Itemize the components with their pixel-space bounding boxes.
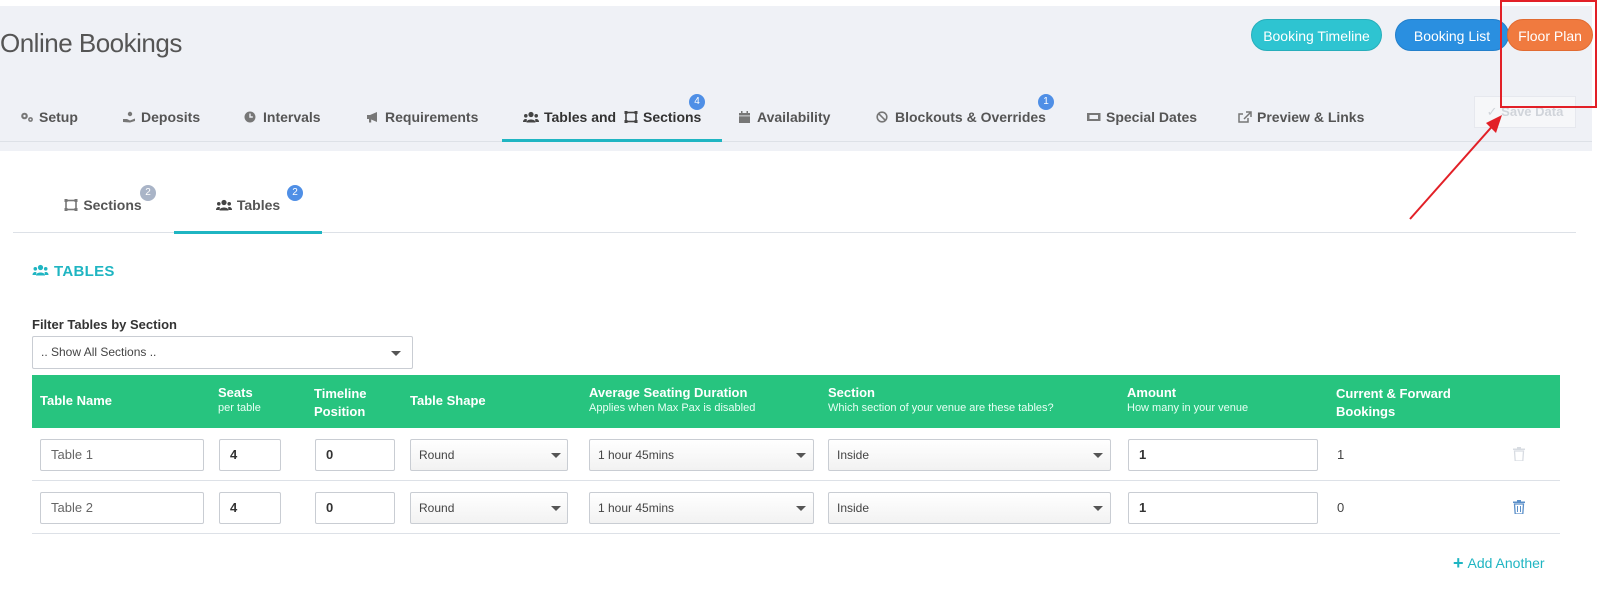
booking-list-button[interactable]: Booking List [1395,19,1509,51]
booking-timeline-button[interactable]: Booking Timeline [1251,19,1382,51]
tab-intervals-label: Intervals [263,109,321,125]
table-shape-select[interactable]: Round [410,492,568,524]
subtab-sections-badge: 2 [140,185,156,201]
timeline-position-input[interactable]: 0 [315,439,395,471]
duration-select[interactable]: 1 hour 45mins [589,439,814,471]
section-select[interactable]: Inside [828,439,1111,471]
tab-blockouts-label: Blockouts & Overrides [895,109,1046,125]
users-icon [215,199,232,211]
main-nav: Setup Deposits Intervals Requirements Ta… [0,94,1592,142]
amount-input[interactable]: 1 [1128,492,1318,524]
table-row: Table 2 4 0 Round 1 hour 45mins Inside 1… [32,481,1560,534]
chevron-down-icon [391,351,401,356]
section-filter-value: .. Show All Sections .. [41,345,157,359]
header-section-sub: Which section of your venue are these ta… [828,402,1054,414]
subtab-sections-label: Sections [83,197,142,213]
section-value: Inside [837,501,870,515]
tab-requirements-label: Requirements [385,109,479,125]
add-another-label: Add Another [1467,555,1545,571]
tab-availability[interactable]: Availability [738,96,830,142]
section-select[interactable]: Inside [828,492,1111,524]
annotation-highlight-box [1500,0,1597,108]
users-icon [32,264,49,276]
header-table-name-title: Table Name [40,393,113,408]
header-duration-title: Average Seating Duration [589,385,748,400]
header-amount-title: Amount [1127,385,1177,400]
tab-special-dates[interactable]: Special Dates [1086,96,1197,142]
table-name-input[interactable]: Table 2 [40,492,204,524]
tab-tables-and-sections[interactable]: Tables and Sections 4 [501,94,723,142]
seats-input[interactable]: 4 [219,492,281,524]
tab-tables-badge: 4 [689,94,705,110]
filter-label: Filter Tables by Section [32,317,177,332]
seats-input[interactable]: 4 [219,439,281,471]
bookings-count: 1 [1337,447,1345,462]
chevron-down-icon [796,453,806,458]
ticket-icon [1087,113,1101,121]
tab-deposits-label: Deposits [141,109,201,125]
tab-deposits[interactable]: Deposits [122,96,200,142]
tab-sections-label: Sections [642,109,702,125]
bookings-count: 0 [1337,500,1345,515]
tab-setup[interactable]: Setup [20,96,78,142]
table-shape-value: Round [419,448,455,462]
object-group-icon [624,111,638,123]
chevron-down-icon [551,453,561,458]
chevron-down-icon [796,506,806,511]
subtab-sections[interactable]: Sections 2 [53,181,156,233]
header-section-title: Section [828,385,875,400]
tab-blockouts-badge: 1 [1038,94,1054,110]
chevron-down-icon [1093,506,1103,511]
trash-icon [1513,447,1525,461]
amount-input[interactable]: 1 [1128,439,1318,471]
table-shape-value: Round [419,501,455,515]
hand-coin-icon [123,111,135,123]
tab-tables-label: Tables and [544,109,617,125]
tab-blockouts[interactable]: Blockouts & Overrides 1 [876,94,1054,142]
add-another-link[interactable]: + Add Another [1453,553,1545,574]
ban-icon [876,111,888,123]
tab-availability-label: Availability [757,109,831,125]
tab-preview-links-label: Preview & Links [1257,109,1365,125]
section-filter-select[interactable]: .. Show All Sections .. [32,336,413,369]
header-duration-sub: Applies when Max Pax is disabled [589,402,756,414]
duration-value: 1 hour 45mins [598,448,675,462]
users-icon [523,111,539,123]
tables-table-header: Table Name Seats per table Timeline Posit… [32,375,1560,428]
subtab-tables[interactable]: Tables 2 [174,181,322,234]
tab-intervals[interactable]: Intervals [244,96,321,142]
plus-icon: + [1453,553,1464,573]
subtab-tables-label: Tables [236,197,281,213]
duration-select[interactable]: 1 hour 45mins [589,492,814,524]
header-seats-title: Seats [218,385,253,400]
header-seats-sub: per table [218,402,261,414]
duration-value: 1 hour 45mins [598,501,675,515]
tab-special-dates-label: Special Dates [1106,109,1198,125]
page-title: Online Bookings [0,28,182,58]
trash-icon[interactable] [1513,500,1525,514]
gears-icon [21,112,33,122]
table-row: Table 1 4 0 Round 1 hour 45mins Inside 1… [32,428,1560,481]
timeline-position-input[interactable]: 0 [315,492,395,524]
tab-preview-links[interactable]: Preview & Links [1238,96,1364,142]
clock-icon [244,111,256,123]
table-name-input[interactable]: Table 1 [40,439,204,471]
tab-requirements[interactable]: Requirements [366,96,478,142]
tables-heading: TABLES [32,263,115,280]
subtab-tables-badge: 2 [287,185,303,201]
annotation-arrow-icon [1409,115,1502,220]
megaphone-icon [367,112,377,123]
header-amount-sub: How many in your venue [1127,402,1249,414]
chevron-down-icon [551,506,561,511]
table-shape-select[interactable]: Round [410,439,568,471]
calendar-icon [739,111,750,123]
tab-setup-label: Setup [39,109,78,125]
external-link-icon [1238,111,1252,123]
subtabs: Sections 2 Tables 2 [13,181,1576,234]
chevron-down-icon [1093,453,1103,458]
object-group-icon [64,199,78,211]
tables-heading-label: TABLES [54,263,115,280]
section-value: Inside [837,448,870,462]
